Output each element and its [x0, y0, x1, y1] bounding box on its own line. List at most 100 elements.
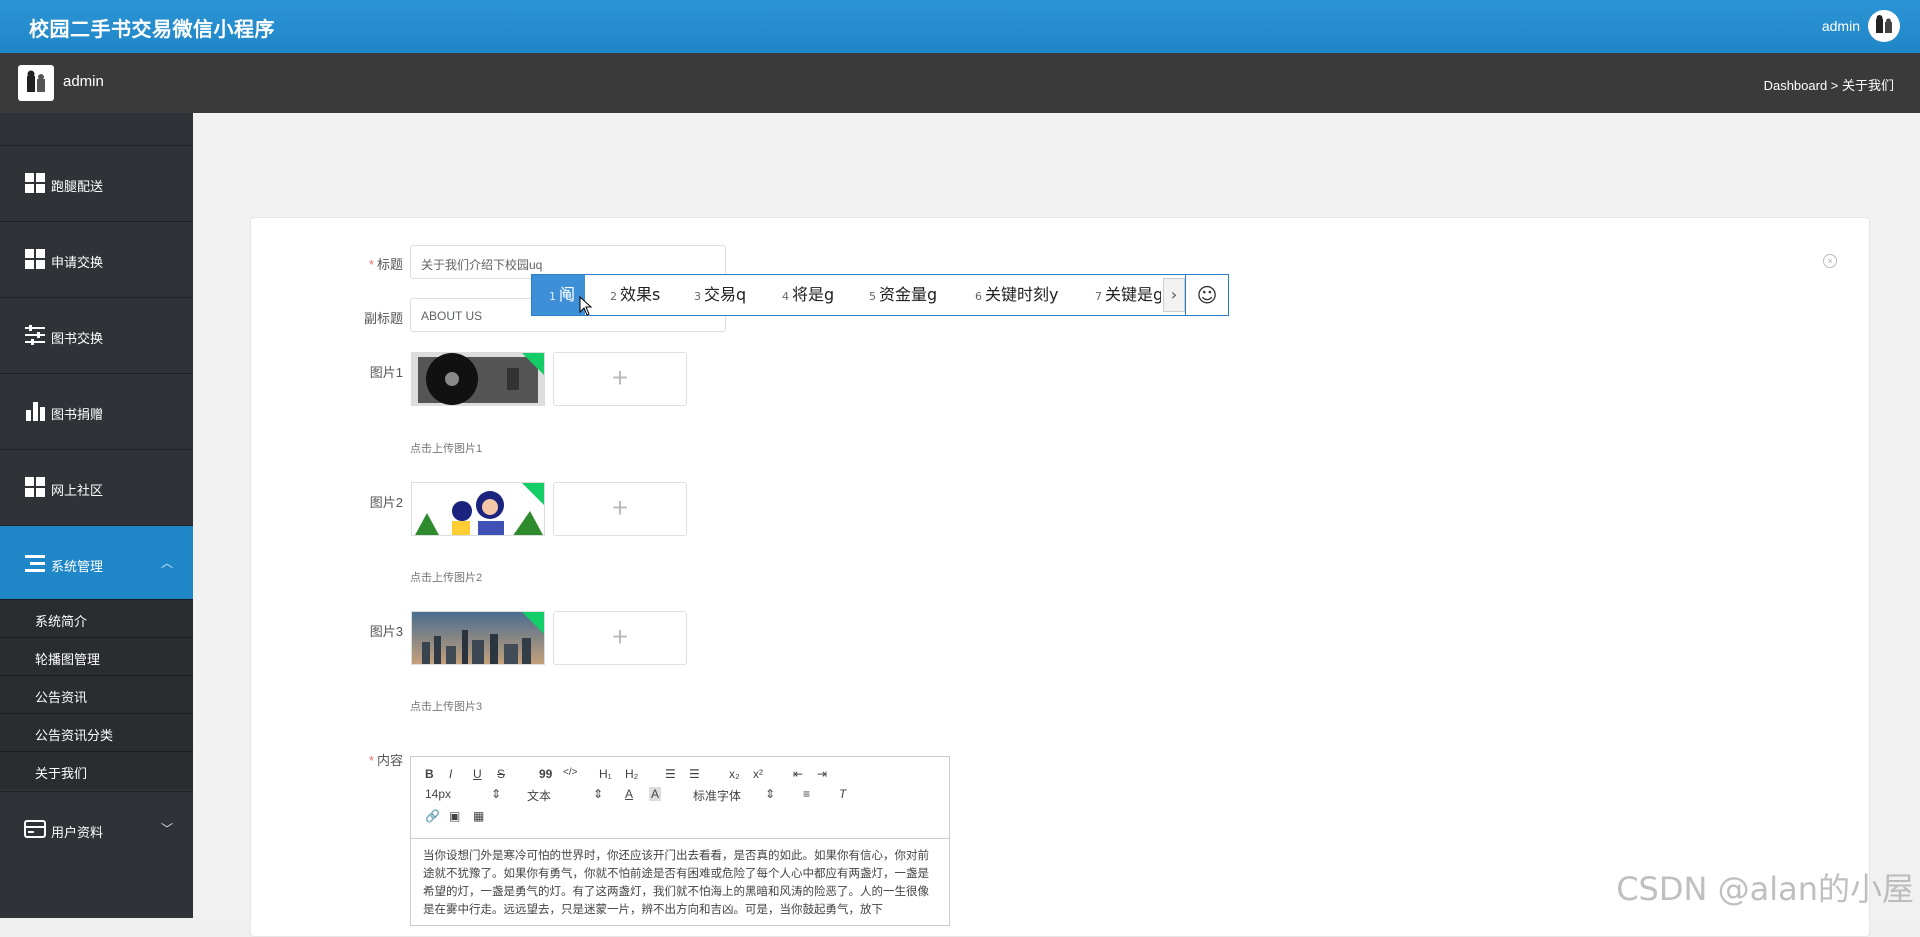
mouse-cursor-icon: [579, 296, 593, 316]
grid-icon: [25, 249, 45, 269]
submenu-item-carousel[interactable]: 轮播图管理: [0, 637, 193, 675]
close-icon[interactable]: ×: [1823, 254, 1837, 268]
ime-candidate-3[interactable]: 3 交易q: [694, 275, 746, 315]
ime-candidate-5[interactable]: 5 资金量g: [869, 275, 937, 315]
sidebar-item-community[interactable]: 网上社区: [0, 449, 193, 523]
pic2-upload-button[interactable]: +: [553, 482, 687, 536]
superscript-button[interactable]: x²: [753, 767, 763, 781]
chevron-updown-icon: ⇕: [765, 787, 776, 801]
sub-username: admin: [63, 73, 104, 90]
grid-icon: [24, 113, 46, 120]
h2-button[interactable]: H₂: [625, 767, 638, 781]
pic2-label: 图片2: [369, 495, 403, 510]
pic1-upload-button[interactable]: +: [553, 352, 687, 406]
sidebar-item-label: 申请交换: [51, 256, 104, 271]
top-header: 校园二手书交易微信小程序 admin: [0, 0, 1920, 53]
subtitle-label: 副标题: [363, 311, 403, 326]
app-title: 校园二手书交易微信小程序: [29, 17, 275, 41]
bold-button[interactable]: B: [425, 767, 434, 781]
font-color-icon[interactable]: A: [625, 787, 633, 801]
sidebar-item-label: 跑腿配送: [51, 180, 104, 195]
image-icon[interactable]: ▣: [449, 809, 460, 823]
pic1-hint: 点击上传图片1: [410, 443, 483, 455]
pic2-hint: 点击上传图片2: [410, 572, 483, 584]
ime-candidate-6[interactable]: 6 关键时刻y: [975, 275, 1058, 315]
sub-header: admin Dashboard > 关于我们: [0, 53, 1920, 113]
sidebar-item-label: 图书捐赠: [51, 408, 104, 423]
watermark: CSDN @alan的小屋: [1616, 870, 1914, 908]
ime-candidate-4[interactable]: 4 将是g: [782, 275, 834, 315]
underline-button[interactable]: U: [473, 767, 482, 781]
sidebar-item-user-profile[interactable]: 用户资料 ﹀: [0, 791, 193, 865]
chevron-up-icon: ︿: [160, 556, 173, 570]
sidebar-item-label: 网上社区: [51, 484, 104, 499]
card-icon: [24, 820, 46, 838]
title-label: * 标题: [368, 257, 403, 272]
italic-button[interactable]: I: [449, 767, 452, 781]
chevron-down-icon: ﹀: [160, 822, 173, 836]
user-avatar[interactable]: [1868, 10, 1900, 42]
grid-icon: [25, 477, 45, 497]
sidebar-item-system[interactable]: 系统管理 ︿: [0, 525, 193, 599]
upload-success-corner: [522, 483, 544, 505]
sidebar-item-exchange-apply[interactable]: 申请交换: [0, 221, 193, 295]
pic1-thumbnail[interactable]: [411, 352, 545, 406]
pic1-label: 图片1: [369, 365, 403, 380]
menu-icon: [25, 555, 45, 572]
breadcrumb[interactable]: Dashboard > 关于我们: [1764, 75, 1894, 94]
sidebar-item-label: 图书交换: [51, 332, 104, 347]
submenu-item-news[interactable]: 公告资讯: [0, 675, 193, 713]
bar-chart-icon: [26, 402, 45, 421]
bullet-list-icon[interactable]: ☰: [689, 767, 700, 781]
ime-candidate-7[interactable]: 7 关键是g: [1095, 275, 1161, 315]
editor-content[interactable]: 当你设想门外是寒冷可怕的世界时，你还应该开门出去看看，是否真的如此。如果你有信心…: [423, 847, 939, 919]
sidebar: 跑腿配送 申请交换 图书交换 图书捐赠 网上社区 系统管理 ︿ 系统简介 轮播图…: [0, 113, 193, 918]
align-icon[interactable]: ≡: [803, 787, 810, 801]
pic3-hint: 点击上传图片3: [410, 701, 483, 713]
sliders-icon: [25, 325, 45, 345]
font-family-select[interactable]: 标准字体: [693, 787, 741, 804]
quote-button[interactable]: 99: [539, 767, 552, 781]
submenu-item-about[interactable]: 关于我们: [0, 751, 193, 789]
pic2-thumbnail[interactable]: [411, 482, 545, 536]
clear-format-icon[interactable]: T: [839, 787, 846, 801]
ime-candidate-popup: 1阄 2 效果s 3 交易q 4 将是g 5 资金量g 6 关键时刻y 7 关键是g › ☺: [531, 274, 1229, 316]
sidebar-item-book-exchange[interactable]: 图书交换: [0, 297, 193, 371]
ime-candidate-2[interactable]: 2 效果s: [610, 275, 660, 315]
text-type-select[interactable]: 文本: [527, 787, 551, 804]
ordered-list-icon[interactable]: ☰: [665, 767, 676, 781]
link-icon[interactable]: 🔗: [425, 809, 440, 823]
submenu-item-intro[interactable]: 系统简介: [0, 599, 193, 637]
editor-toolbar: B I U S 99 </> H₁ H₂ ☰ ☰ x₂ x² ⇤ ⇥ 14px …: [411, 757, 949, 839]
sidebar-item-hidden[interactable]: [0, 113, 193, 141]
grid-icon: [25, 173, 45, 193]
rich-text-editor[interactable]: B I U S 99 </> H₁ H₂ ☰ ☰ x₂ x² ⇤ ⇥ 14px …: [410, 756, 950, 926]
ime-emoji-icon[interactable]: ☺: [1185, 275, 1228, 315]
h1-button[interactable]: H₁: [599, 767, 612, 781]
upload-success-corner: [522, 353, 544, 375]
sidebar-item-delivery[interactable]: 跑腿配送: [0, 145, 193, 219]
video-icon[interactable]: ▦: [473, 809, 484, 823]
pic3-thumbnail[interactable]: [411, 611, 545, 665]
code-button[interactable]: </>: [563, 767, 577, 778]
upload-success-corner: [522, 612, 544, 634]
submenu-item-news-category[interactable]: 公告资讯分类: [0, 713, 193, 751]
sidebar-item-book-donation[interactable]: 图书捐赠: [0, 373, 193, 447]
outdent-icon[interactable]: ⇤: [793, 767, 803, 781]
content-label: * 内容: [368, 753, 403, 768]
header-username[interactable]: admin: [1822, 18, 1860, 34]
ime-candidate-1[interactable]: 1阄: [532, 275, 586, 315]
indent-icon[interactable]: ⇥: [817, 767, 827, 781]
pic3-upload-button[interactable]: +: [553, 611, 687, 665]
chevron-updown-icon: ⇕: [491, 787, 502, 801]
subscript-button[interactable]: x₂: [729, 767, 740, 781]
strike-button[interactable]: S: [497, 767, 505, 781]
font-size-select[interactable]: 14px: [425, 787, 451, 801]
ime-next-page-icon[interactable]: ›: [1163, 278, 1185, 312]
system-submenu: 系统简介 轮播图管理 公告资讯 公告资讯分类 关于我们: [0, 599, 193, 789]
sidebar-item-label: 系统管理: [51, 560, 104, 575]
sidebar-item-label: 用户资料: [51, 826, 104, 841]
bg-color-icon[interactable]: A: [649, 787, 662, 801]
chevron-updown-icon: ⇕: [593, 787, 604, 801]
pic3-label: 图片3: [369, 624, 403, 639]
